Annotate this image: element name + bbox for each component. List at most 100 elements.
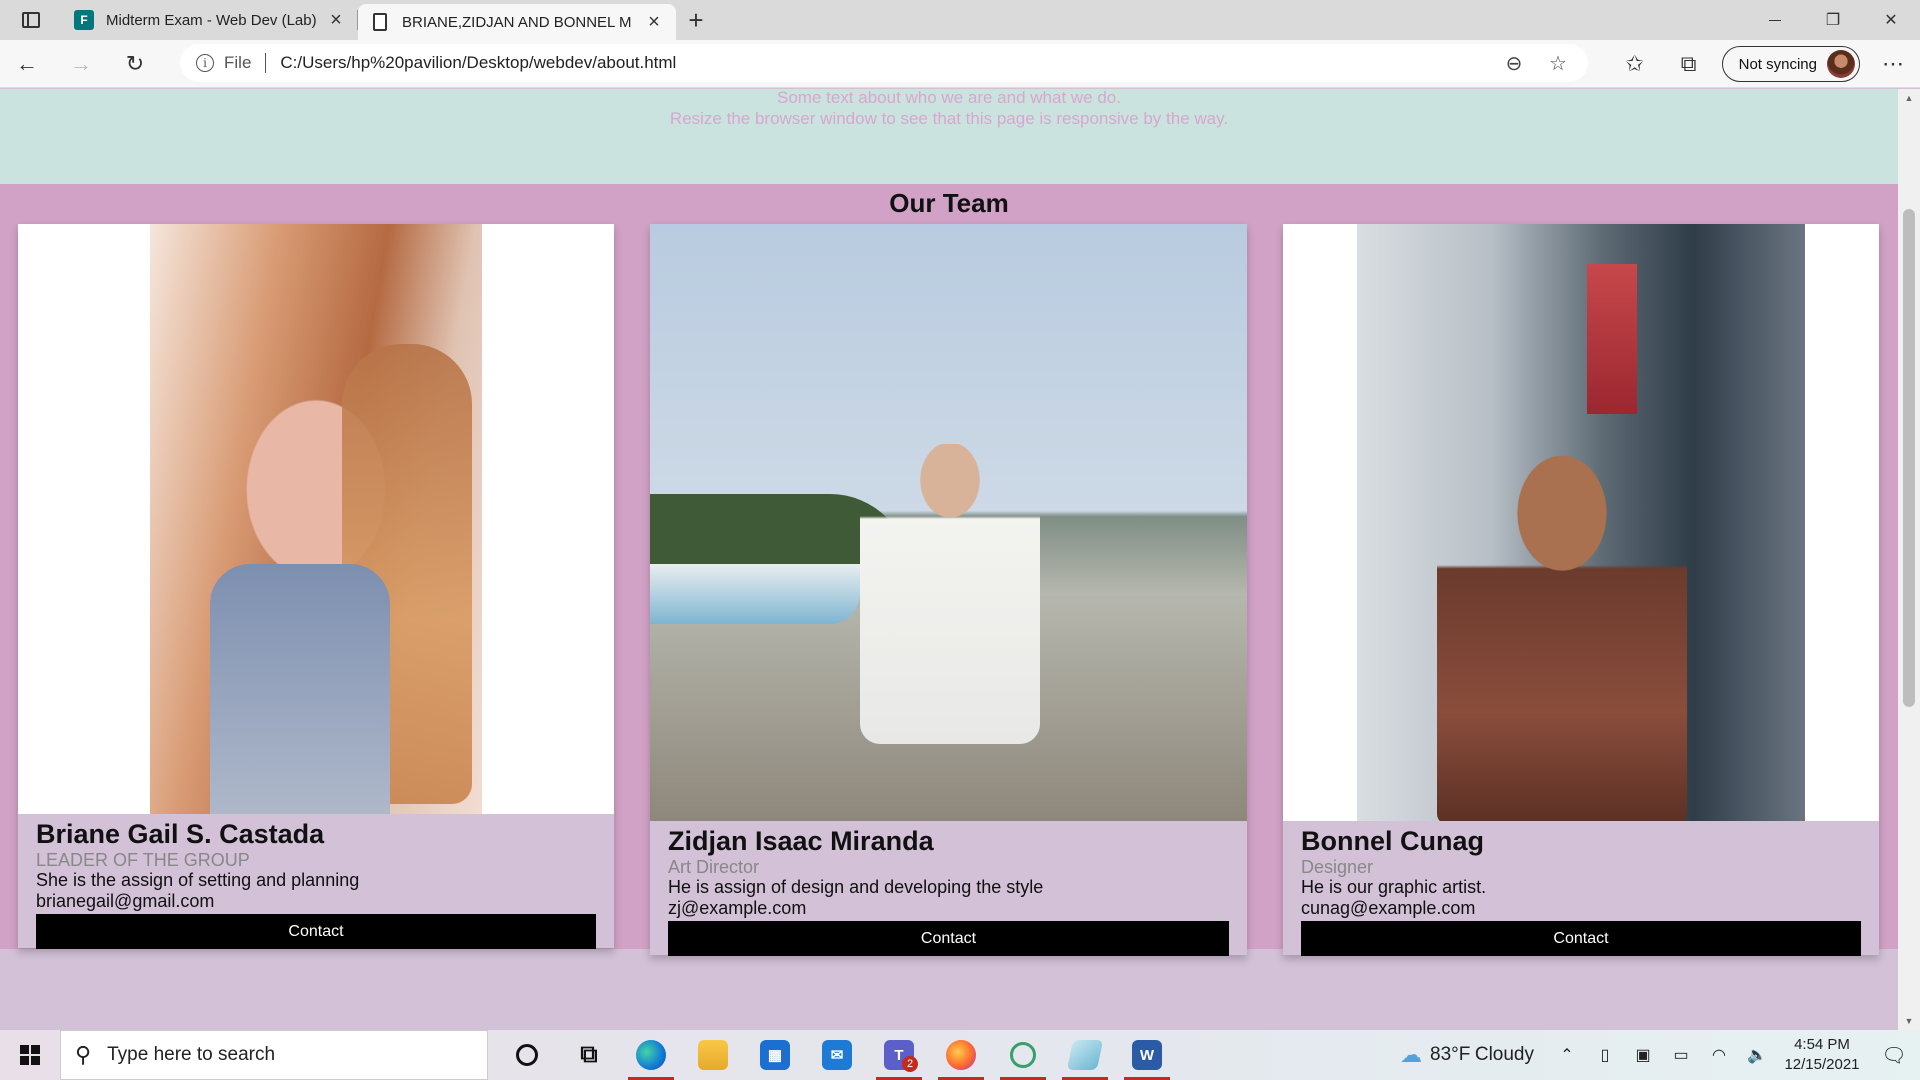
add-favorite-icon[interactable]: ☆ [1536,51,1580,76]
tab-title: BRIANE,ZIDJAN AND BONNEL M [402,13,632,31]
minimize-icon [1769,19,1781,21]
restore-button[interactable]: ❐ [1804,0,1862,40]
member-email: zj@example.com [668,898,807,918]
minimize-button[interactable] [1746,0,1804,40]
close-icon[interactable]: × [326,10,346,30]
zoom-out-icon[interactable]: ⊖ [1492,51,1536,76]
display-icon[interactable]: ▣ [1624,1045,1662,1065]
mail-icon: ✉ [822,1040,852,1070]
settings-more-button[interactable]: ⋯ [1866,44,1920,84]
favorites-icon: ✩ [1625,51,1644,76]
url-text[interactable]: C:/Users/hp%20pavilion/Desktop/webdev/ab… [280,53,676,73]
info-icon[interactable]: i [196,54,214,72]
close-window-button[interactable]: ✕ [1862,0,1920,40]
forward-button[interactable]: → [54,44,108,84]
url-divider [265,53,267,73]
task-view-icon: ⧉ [580,1041,598,1068]
device-icon[interactable]: ▯ [1586,1045,1624,1065]
member-photo-image [150,224,482,814]
taskbar-teams[interactable]: T 2 [868,1030,930,1080]
member-role: Art Director [668,857,760,877]
system-tray: ☁ 83°F Cloudy ⌃ ▯ ▣ ▭ ◠ 🔈 4:54 PM 12/15/… [1400,1030,1920,1080]
contact-button[interactable]: Contact [668,921,1229,956]
member-photo [1283,224,1879,821]
member-photo-image [1357,224,1805,821]
show-hidden-icons-chevron-up-icon[interactable]: ⌃ [1548,1045,1586,1065]
member-role: Designer [1301,857,1374,877]
address-bar: ← → ↻ i File C:/Users/hp%20pavilion/Desk… [0,40,1920,88]
clock-time: 4:54 PM [1794,1036,1850,1053]
about-text-line1: Some text about who we are and what we d… [777,89,1121,107]
sync-label: Not syncing [1738,55,1817,73]
page-viewport: Some text about who we are and what we d… [0,89,1898,1030]
clock-date: 12/15/2021 [1784,1056,1860,1073]
cortana-button[interactable] [496,1030,558,1080]
task-view-button[interactable]: ⧉ [558,1030,620,1080]
atom-icon [1010,1042,1036,1068]
omnibox-actions: ⊖ ☆ [1492,44,1580,82]
team-card-briane: Briane Gail S. Castada LEADER OF THE GRO… [18,224,614,949]
team-card-zidjan: Zidjan Isaac Miranda Art Director He is … [650,224,1247,956]
taskbar-search-input[interactable]: ⚲ Type here to search [60,1030,488,1080]
file-icon [370,12,390,32]
browser-toolbar: ✩ ⧉ Not syncing ⋯ [1608,40,1920,88]
battery-icon[interactable]: ▭ [1662,1045,1700,1065]
notification-center-icon[interactable]: 🗨 [1868,1043,1920,1068]
member-email: cunag@example.com [1301,898,1476,918]
folder-icon [698,1040,728,1070]
collections-button[interactable]: ⧉ [1662,44,1716,84]
tab-actions-button[interactable] [0,0,62,40]
tab-about-page[interactable]: BRIANE,ZIDJAN AND BONNEL M × [358,4,676,40]
member-photo [650,224,1247,821]
taskbar-firefox[interactable] [930,1030,992,1080]
contact-button[interactable]: Contact [36,914,596,949]
card-container: Bonnel Cunag Designer He is our graphic … [1283,821,1879,956]
card-container: Zidjan Isaac Miranda Art Director He is … [650,821,1247,956]
scroll-up-icon[interactable]: ▲ [1898,89,1920,107]
member-name: Briane Gail S. Castada [36,819,325,849]
store-icon: ▦ [760,1040,790,1070]
taskbar-file-explorer[interactable] [682,1030,744,1080]
windows-taskbar: ⚲ Type here to search ⧉ ▦ ✉ T 2 W ☁ 83°F… [0,1030,1920,1080]
vertical-scrollbar[interactable]: ▲ ▼ [1898,89,1920,1030]
volume-icon[interactable]: 🔈 [1738,1045,1776,1065]
wifi-icon[interactable]: ◠ [1700,1045,1738,1065]
search-icon: ⚲ [75,1042,92,1067]
firefox-icon [946,1040,976,1070]
url-input[interactable]: i File C:/Users/hp%20pavilion/Desktop/we… [180,44,1588,82]
refresh-icon: ↻ [125,50,145,76]
taskbar-app[interactable] [1054,1030,1116,1080]
close-icon[interactable]: × [644,12,664,32]
cloud-icon: ☁ [1400,1042,1423,1067]
taskbar-store[interactable]: ▦ [744,1030,806,1080]
tab-midterm-exam[interactable]: F Midterm Exam - Web Dev (Lab) | × [62,0,358,40]
profile-sync-button[interactable]: Not syncing [1721,46,1860,82]
back-button[interactable]: ← [0,44,54,84]
app-icon [1066,1040,1104,1070]
member-description: He is assign of design and developing th… [668,877,1044,897]
favorites-button[interactable]: ✩ [1608,44,1662,84]
taskbar-mail[interactable]: ✉ [806,1030,868,1080]
taskbar-edge[interactable] [620,1030,682,1080]
forms-icon: F [74,10,94,30]
member-description: He is our graphic artist. [1301,877,1487,897]
team-card-bonnel: Bonnel Cunag Designer He is our graphic … [1283,224,1879,956]
start-button[interactable] [0,1030,60,1080]
refresh-button[interactable]: ↻ [108,44,162,84]
member-email: brianegail@gmail.com [36,891,215,911]
notification-badge: 2 [902,1056,918,1072]
taskbar-atom[interactable] [992,1030,1054,1080]
clock[interactable]: 4:54 PM 12/15/2021 [1776,1035,1868,1075]
scrollbar-thumb[interactable] [1903,209,1915,707]
about-header: Some text about who we are and what we d… [0,89,1898,184]
windows-logo-icon [20,1045,40,1065]
scroll-down-icon[interactable]: ▼ [1898,1012,1920,1030]
contact-button[interactable]: Contact [1301,921,1861,956]
restore-icon: ❐ [1825,12,1841,29]
member-photo [18,224,614,814]
weather-widget[interactable]: ☁ 83°F Cloudy [1400,1042,1534,1068]
taskbar-word[interactable]: W [1116,1030,1178,1080]
pinned-apps: ⧉ ▦ ✉ T 2 W [496,1030,1178,1080]
team-title: Our Team [889,188,1009,218]
new-tab-button[interactable]: + [676,0,716,40]
